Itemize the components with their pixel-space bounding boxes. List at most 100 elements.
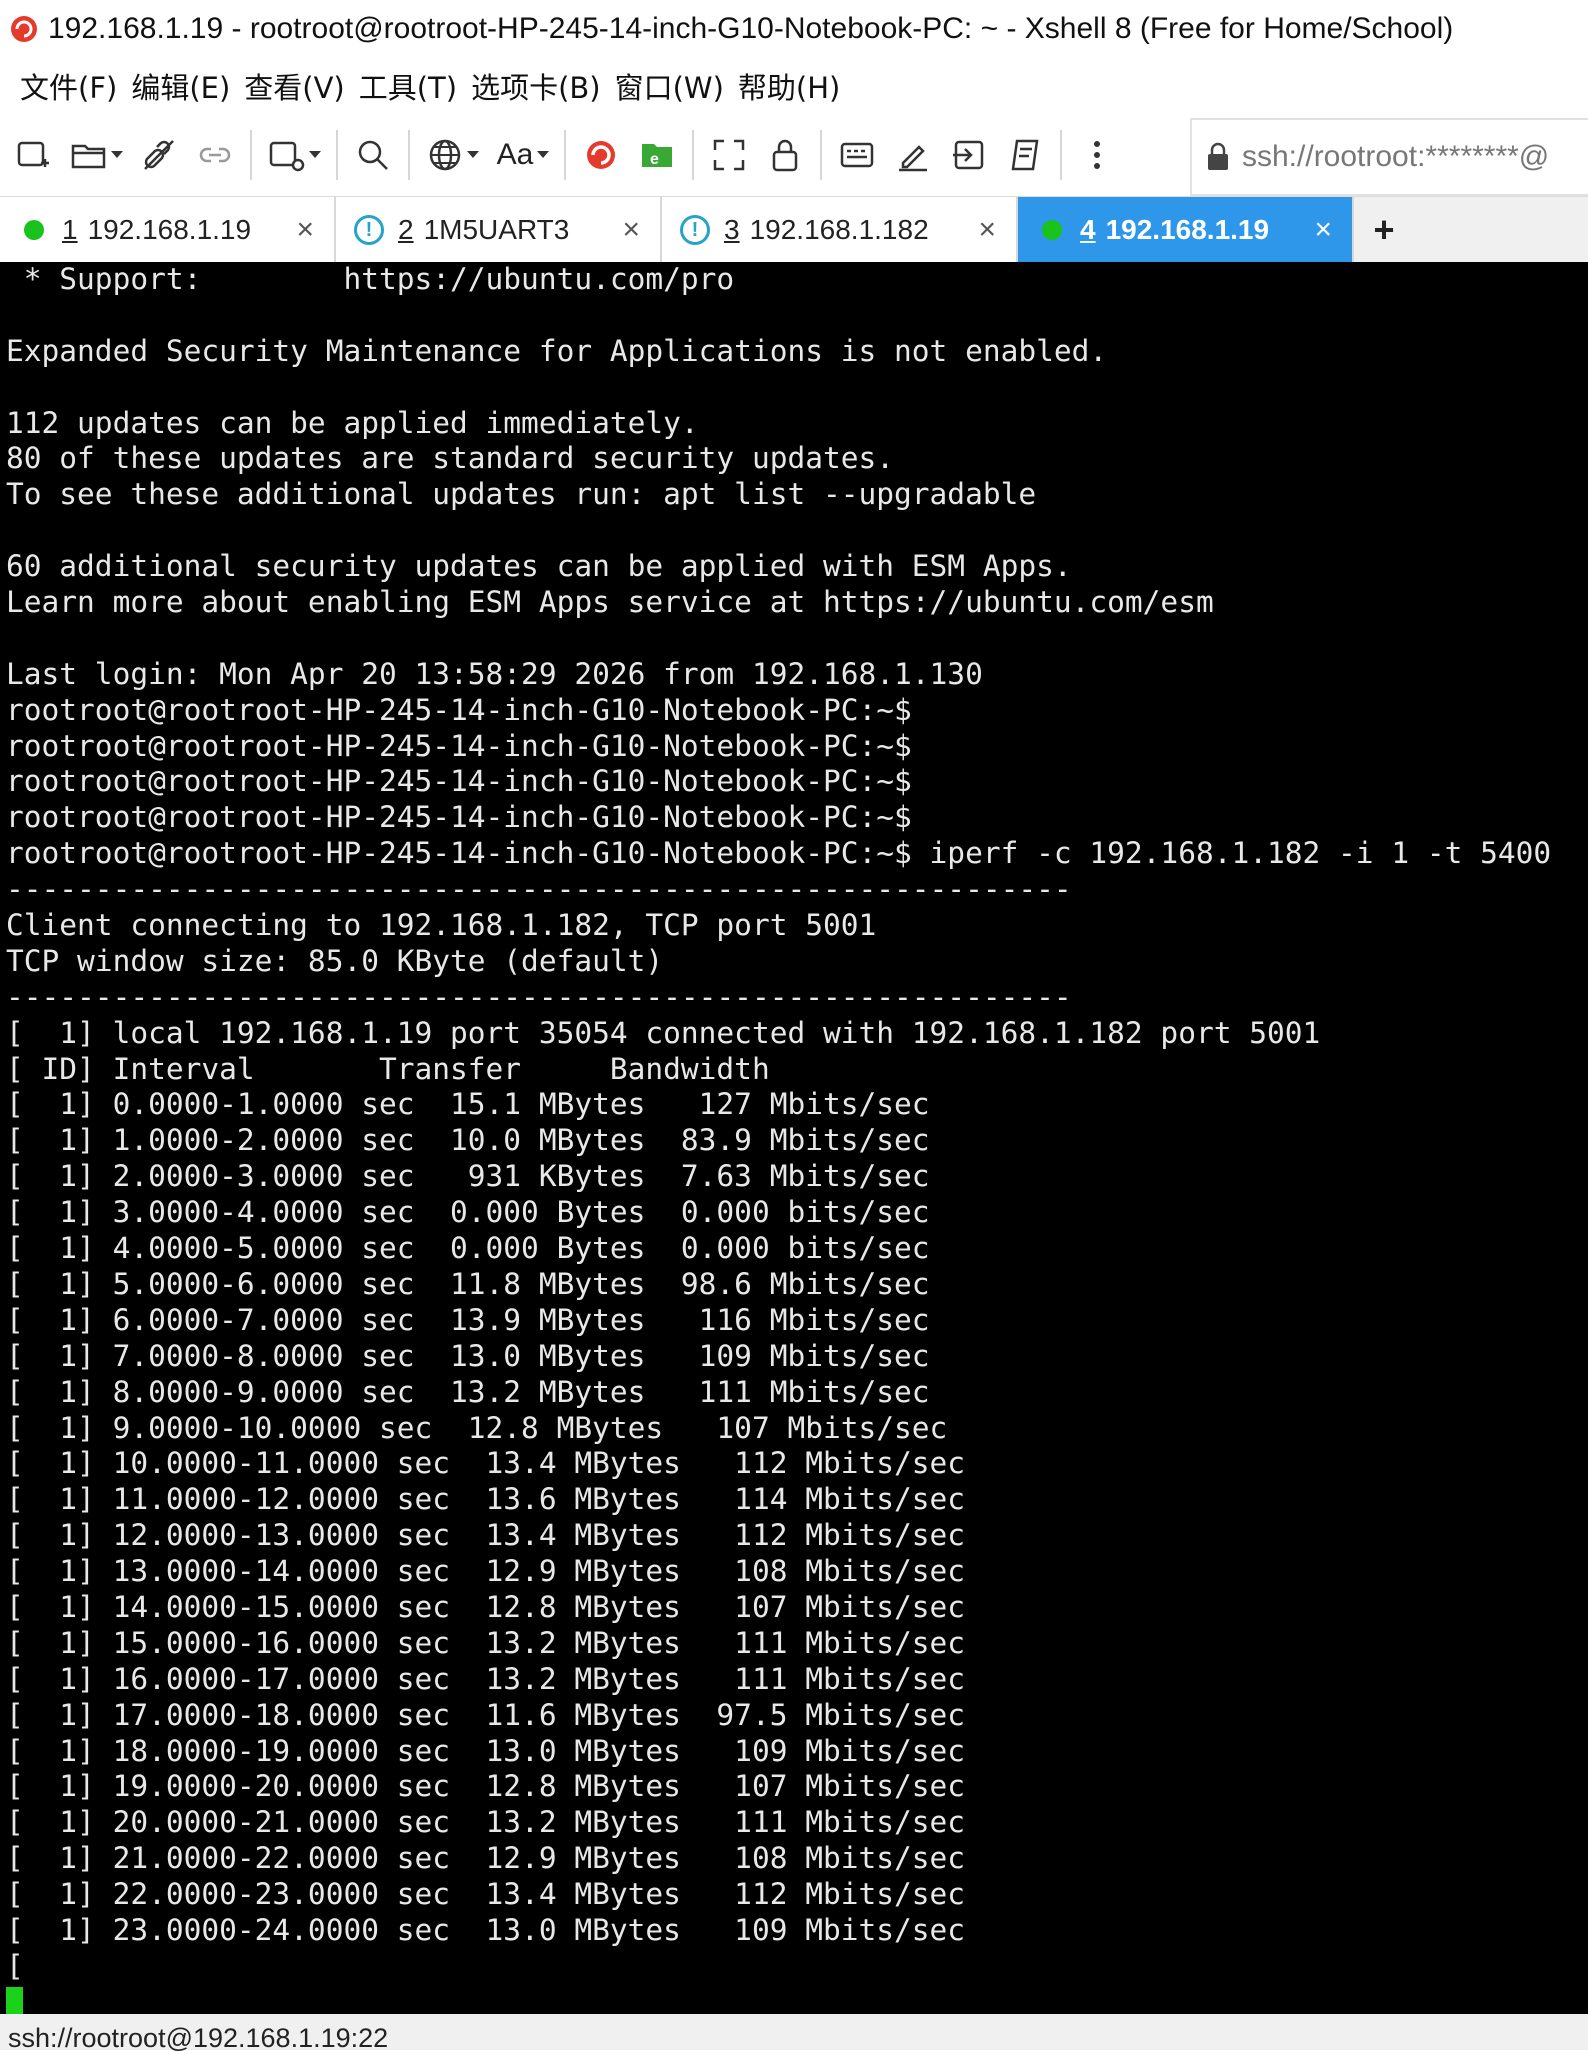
terminal-output: * Support: https://ubuntu.com/pro Expande… — [0, 262, 1588, 2014]
compose-icon[interactable] — [890, 132, 936, 178]
find-icon[interactable] — [350, 132, 396, 178]
terminal-line: [ 1] 13.0000-14.0000 sec 12.9 MBytes 108… — [6, 1554, 966, 1589]
close-icon[interactable]: × — [296, 213, 314, 247]
tab-number: 3 — [724, 214, 740, 245]
terminal-line: [ 1] local 192.168.1.19 port 35054 conne… — [6, 1015, 1321, 1050]
cursor — [6, 1986, 23, 2014]
terminal-line: Learn more about enabling ESM Apps servi… — [6, 585, 1214, 620]
terminal-line: [ 1] 9.0000-10.0000 sec 12.8 MBytes 107 … — [6, 1410, 948, 1445]
terminal-line: Last login: Mon Apr 20 13:58:29 2026 fro… — [6, 656, 983, 691]
terminal-line: [ 1] 7.0000-8.0000 sec 13.0 MBytes 109 M… — [6, 1338, 930, 1373]
tab-label: 192.168.1.19 — [1105, 214, 1270, 245]
menu-bar: 文件(F) 编辑(E) 查看(V) 工具(T) 选项卡(B) 窗口(W) 帮助(… — [0, 58, 1588, 114]
font-icon[interactable]: Aa — [492, 138, 538, 172]
tab-2[interactable]: ! 2 1M5UART3 × — [336, 197, 662, 263]
menu-help[interactable]: 帮助(H) — [738, 65, 840, 107]
terminal-line: [ 1] 2.0000-3.0000 sec 931 KBytes 7.63 M… — [6, 1159, 930, 1194]
keyboard-icon[interactable] — [834, 132, 880, 178]
tab-number: 2 — [398, 214, 414, 245]
new-tab-settings-icon[interactable] — [264, 132, 310, 178]
terminal-line: [ 1] 23.0000-24.0000 sec 13.0 MBytes 109… — [6, 1912, 966, 1947]
terminal-line: [ — [6, 1948, 24, 1983]
terminal-line: [ 1] 6.0000-7.0000 sec 13.9 MBytes 116 M… — [6, 1302, 930, 1337]
new-session-icon[interactable] — [10, 132, 56, 178]
close-icon[interactable]: × — [1314, 213, 1332, 247]
new-tab-button[interactable]: + — [1354, 197, 1414, 263]
terminal-line: [ 1] 0.0000-1.0000 sec 15.1 MBytes 127 M… — [6, 1087, 930, 1122]
menu-edit[interactable]: 编辑(E) — [131, 65, 230, 107]
status-bar: ssh://rootroot@192.168.1.19:22 — [0, 2014, 1588, 2053]
open-folder-icon[interactable] — [66, 132, 112, 178]
disconnect-icon[interactable] — [136, 132, 182, 178]
menu-view[interactable]: 查看(V) — [244, 65, 344, 107]
terminal-line: [ 1] 19.0000-20.0000 sec 12.8 MBytes 107… — [6, 1769, 966, 1804]
terminal-line: [ 1] 3.0000-4.0000 sec 0.000 Bytes 0.000… — [6, 1195, 930, 1230]
tab-number: 4 — [1080, 214, 1096, 245]
terminal-line: 112 updates can be applied immediately. — [6, 405, 699, 440]
menu-tools[interactable]: 工具(T) — [359, 65, 457, 107]
terminal-line: [ 1] 21.0000-22.0000 sec 12.9 MBytes 108… — [6, 1841, 966, 1876]
terminal-line: To see these additional updates run: apt… — [6, 477, 1037, 512]
lock-icon — [1206, 142, 1230, 172]
xftp-icon[interactable]: e — [634, 132, 680, 178]
reconnect-icon[interactable] — [192, 132, 238, 178]
fullscreen-icon[interactable] — [706, 132, 752, 178]
status-connection-text: ssh://rootroot@192.168.1.19:22 — [8, 2023, 389, 2053]
terminal-line: Client connecting to 192.168.1.182, TCP … — [6, 908, 877, 943]
terminal-line: [ 1] 14.0000-15.0000 sec 12.8 MBytes 107… — [6, 1589, 966, 1624]
chevron-down-icon[interactable] — [306, 132, 324, 178]
terminal-line: ----------------------------------------… — [6, 872, 1072, 907]
terminal-line: [ 1] 18.0000-19.0000 sec 13.0 MBytes 109… — [6, 1733, 966, 1768]
menu-tabs[interactable]: 选项卡(B) — [471, 65, 601, 107]
toolbar-separator — [564, 130, 566, 180]
terminal-line: [ 1] 1.0000-2.0000 sec 10.0 MBytes 83.9 … — [6, 1123, 930, 1158]
terminal-line: [ 1] 4.0000-5.0000 sec 0.000 Bytes 0.000… — [6, 1231, 930, 1266]
globe-icon[interactable] — [422, 132, 468, 178]
terminal-line: TCP window size: 85.0 KByte (default) — [6, 943, 664, 978]
terminal-screen[interactable]: * Support: https://ubuntu.com/pro Expande… — [0, 262, 1588, 2014]
transfer-icon[interactable] — [946, 132, 992, 178]
more-icon[interactable] — [1074, 132, 1120, 178]
warning-icon: ! — [680, 215, 710, 245]
address-text: ssh://rootroot:********@ — [1242, 140, 1550, 173]
tab-4[interactable]: 4 192.168.1.19 × — [1018, 197, 1354, 263]
terminal-line: [ 1] 5.0000-6.0000 sec 11.8 MBytes 98.6 … — [6, 1266, 930, 1301]
close-icon[interactable]: × — [978, 213, 996, 247]
toolbar-separator — [692, 130, 694, 180]
menu-window[interactable]: 窗口(W) — [615, 65, 724, 107]
lock-icon[interactable] — [762, 132, 808, 178]
menu-file[interactable]: 文件(F) — [20, 65, 117, 107]
chevron-down-icon[interactable] — [108, 132, 126, 178]
chevron-down-icon[interactable] — [464, 132, 482, 178]
tab-bar: 1 192.168.1.19 × ! 2 1M5UART3 × ! 3 192.… — [0, 196, 1588, 263]
tab-3[interactable]: ! 3 192.168.1.182 × — [662, 197, 1018, 263]
terminal-line: * Support: https://ubuntu.com/pro — [6, 262, 735, 296]
address-bar[interactable]: ssh://rootroot:********@ — [1190, 118, 1588, 196]
terminal-line: [ 1] 12.0000-13.0000 sec 13.4 MBytes 112… — [6, 1518, 966, 1553]
xshell-app-icon[interactable] — [4, 9, 44, 49]
connected-status-icon — [24, 220, 44, 240]
terminal-line: rootroot@rootroot-HP-245-14-inch-G10-Not… — [6, 836, 1552, 871]
terminal-line: ----------------------------------------… — [6, 979, 1072, 1014]
tab-label: 192.168.1.182 — [749, 214, 929, 245]
toolbar-separator — [820, 130, 822, 180]
close-icon[interactable]: × — [622, 213, 640, 247]
tab-label: 192.168.1.19 — [87, 214, 252, 245]
terminal-line: rootroot@rootroot-HP-245-14-inch-G10-Not… — [6, 764, 912, 799]
tab-1[interactable]: 1 192.168.1.19 × — [0, 197, 336, 263]
chevron-down-icon[interactable] — [534, 132, 552, 178]
toolbar-separator — [336, 130, 338, 180]
terminal-line: [ ID] Interval Transfer Bandwidth — [6, 1051, 770, 1086]
terminal-line: [ 1] 16.0000-17.0000 sec 13.2 MBytes 111… — [6, 1661, 966, 1696]
xshell-icon[interactable] — [578, 132, 624, 178]
script-icon[interactable] — [1002, 132, 1048, 178]
terminal-line: [ 1] 22.0000-23.0000 sec 13.4 MBytes 112… — [6, 1877, 966, 1912]
terminal-line: [ 1] 20.0000-21.0000 sec 13.2 MBytes 111… — [6, 1805, 966, 1840]
tab-label: 1M5UART3 — [423, 214, 570, 245]
toolbar-separator — [250, 130, 252, 180]
window-title: 192.168.1.19 - rootroot@rootroot-HP-245-… — [48, 12, 1454, 45]
toolbar-separator — [1060, 130, 1062, 180]
